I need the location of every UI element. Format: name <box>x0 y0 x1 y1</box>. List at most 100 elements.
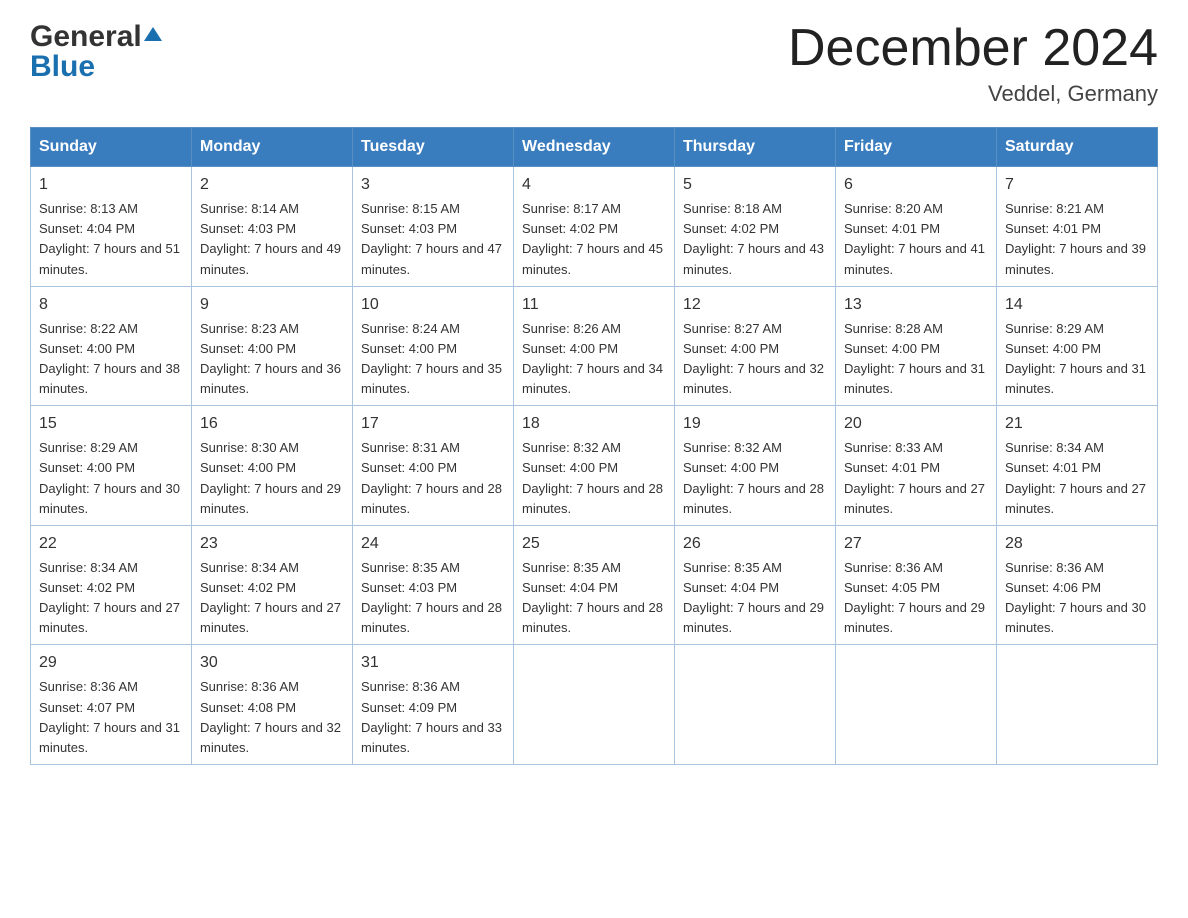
calendar-header-row: Sunday Monday Tuesday Wednesday Thursday… <box>31 128 1158 167</box>
table-row: 15Sunrise: 8:29 AMSunset: 4:00 PMDayligh… <box>31 406 192 526</box>
day-number: 26 <box>683 532 827 556</box>
day-number: 24 <box>361 532 505 556</box>
day-number: 31 <box>361 651 505 675</box>
day-info: Sunrise: 8:35 AMSunset: 4:04 PMDaylight:… <box>683 560 824 635</box>
col-tuesday: Tuesday <box>353 128 514 167</box>
day-number: 13 <box>844 293 988 317</box>
table-row: 19Sunrise: 8:32 AMSunset: 4:00 PMDayligh… <box>675 406 836 526</box>
table-row: 5 Sunrise: 8:18 AMSunset: 4:02 PMDaylight… <box>675 167 836 287</box>
table-row <box>675 645 836 765</box>
day-info: Sunrise: 8:35 AMSunset: 4:03 PMDaylight:… <box>361 560 502 635</box>
calendar-table: Sunday Monday Tuesday Wednesday Thursday… <box>30 127 1158 765</box>
day-info: Sunrise: 8:23 AMSunset: 4:00 PMDaylight:… <box>200 321 341 396</box>
day-info: Sunrise: 8:18 AMSunset: 4:02 PMDaylight:… <box>683 201 824 276</box>
day-info: Sunrise: 8:29 AMSunset: 4:00 PMDaylight:… <box>39 440 180 515</box>
logo-blue-text: Blue <box>30 50 95 84</box>
table-row: 10 Sunrise: 8:24 AMSunset: 4:00 PMDayligh… <box>353 286 514 406</box>
day-info: Sunrise: 8:13 AMSunset: 4:04 PMDaylight:… <box>39 201 180 276</box>
day-info: Sunrise: 8:36 AMSunset: 4:08 PMDaylight:… <box>200 679 341 754</box>
table-row: 25 Sunrise: 8:35 AMSunset: 4:04 PMDayligh… <box>514 525 675 645</box>
table-row: 13 Sunrise: 8:28 AMSunset: 4:00 PMDayligh… <box>836 286 997 406</box>
day-info: Sunrise: 8:36 AMSunset: 4:05 PMDaylight:… <box>844 560 985 635</box>
day-number: 16 <box>200 412 344 436</box>
table-row: 7 Sunrise: 8:21 AMSunset: 4:01 PMDaylight… <box>997 167 1158 287</box>
table-row: 18Sunrise: 8:32 AMSunset: 4:00 PMDayligh… <box>514 406 675 526</box>
col-wednesday: Wednesday <box>514 128 675 167</box>
table-row: 24 Sunrise: 8:35 AMSunset: 4:03 PMDayligh… <box>353 525 514 645</box>
day-number: 20 <box>844 412 988 436</box>
table-row: 28 Sunrise: 8:36 AMSunset: 4:06 PMDayligh… <box>997 525 1158 645</box>
calendar-week-row: 29 Sunrise: 8:36 AMSunset: 4:07 PMDayligh… <box>31 645 1158 765</box>
table-row: 9 Sunrise: 8:23 AMSunset: 4:00 PMDaylight… <box>192 286 353 406</box>
day-info: Sunrise: 8:34 AMSunset: 4:01 PMDaylight:… <box>1005 440 1146 515</box>
calendar-week-row: 22Sunrise: 8:34 AMSunset: 4:02 PMDayligh… <box>31 525 1158 645</box>
day-info: Sunrise: 8:32 AMSunset: 4:00 PMDaylight:… <box>522 440 663 515</box>
col-saturday: Saturday <box>997 128 1158 167</box>
day-info: Sunrise: 8:20 AMSunset: 4:01 PMDaylight:… <box>844 201 985 276</box>
day-info: Sunrise: 8:29 AMSunset: 4:00 PMDaylight:… <box>1005 321 1146 396</box>
day-info: Sunrise: 8:21 AMSunset: 4:01 PMDaylight:… <box>1005 201 1146 276</box>
table-row: 29 Sunrise: 8:36 AMSunset: 4:07 PMDayligh… <box>31 645 192 765</box>
day-number: 3 <box>361 173 505 197</box>
calendar-week-row: 1 Sunrise: 8:13 AMSunset: 4:04 PMDaylight… <box>31 167 1158 287</box>
day-info: Sunrise: 8:35 AMSunset: 4:04 PMDaylight:… <box>522 560 663 635</box>
day-number: 14 <box>1005 293 1149 317</box>
day-number: 30 <box>200 651 344 675</box>
day-number: 5 <box>683 173 827 197</box>
logo-triangle-icon <box>144 27 162 41</box>
calendar-week-row: 15Sunrise: 8:29 AMSunset: 4:00 PMDayligh… <box>31 406 1158 526</box>
day-number: 25 <box>522 532 666 556</box>
page-header: General Blue December 2024 Veddel, Germa… <box>30 20 1158 107</box>
table-row: 1 Sunrise: 8:13 AMSunset: 4:04 PMDaylight… <box>31 167 192 287</box>
table-row: 8Sunrise: 8:22 AMSunset: 4:00 PMDaylight… <box>31 286 192 406</box>
day-info: Sunrise: 8:36 AMSunset: 4:09 PMDaylight:… <box>361 679 502 754</box>
logo-general-text: General <box>30 20 142 54</box>
table-row: 11 Sunrise: 8:26 AMSunset: 4:00 PMDayligh… <box>514 286 675 406</box>
day-number: 1 <box>39 173 183 197</box>
table-row: 6 Sunrise: 8:20 AMSunset: 4:01 PMDaylight… <box>836 167 997 287</box>
day-number: 27 <box>844 532 988 556</box>
col-friday: Friday <box>836 128 997 167</box>
table-row: 27 Sunrise: 8:36 AMSunset: 4:05 PMDayligh… <box>836 525 997 645</box>
logo: General Blue <box>30 20 163 84</box>
day-number: 12 <box>683 293 827 317</box>
table-row: 16Sunrise: 8:30 AMSunset: 4:00 PMDayligh… <box>192 406 353 526</box>
day-info: Sunrise: 8:24 AMSunset: 4:00 PMDaylight:… <box>361 321 502 396</box>
col-thursday: Thursday <box>675 128 836 167</box>
table-row <box>514 645 675 765</box>
day-info: Sunrise: 8:31 AMSunset: 4:00 PMDaylight:… <box>361 440 502 515</box>
day-number: 28 <box>1005 532 1149 556</box>
day-info: Sunrise: 8:33 AMSunset: 4:01 PMDaylight:… <box>844 440 985 515</box>
table-row: 22Sunrise: 8:34 AMSunset: 4:02 PMDayligh… <box>31 525 192 645</box>
day-number: 4 <box>522 173 666 197</box>
day-number: 6 <box>844 173 988 197</box>
table-row <box>836 645 997 765</box>
col-sunday: Sunday <box>31 128 192 167</box>
table-row: 4 Sunrise: 8:17 AMSunset: 4:02 PMDaylight… <box>514 167 675 287</box>
day-info: Sunrise: 8:34 AMSunset: 4:02 PMDaylight:… <box>200 560 341 635</box>
day-number: 11 <box>522 293 666 317</box>
day-info: Sunrise: 8:26 AMSunset: 4:00 PMDaylight:… <box>522 321 663 396</box>
day-number: 2 <box>200 173 344 197</box>
day-number: 19 <box>683 412 827 436</box>
table-row <box>997 645 1158 765</box>
day-info: Sunrise: 8:17 AMSunset: 4:02 PMDaylight:… <box>522 201 663 276</box>
table-row: 20 Sunrise: 8:33 AMSunset: 4:01 PMDayligh… <box>836 406 997 526</box>
day-info: Sunrise: 8:22 AMSunset: 4:00 PMDaylight:… <box>39 321 180 396</box>
day-info: Sunrise: 8:15 AMSunset: 4:03 PMDaylight:… <box>361 201 502 276</box>
table-row: 3 Sunrise: 8:15 AMSunset: 4:03 PMDaylight… <box>353 167 514 287</box>
day-info: Sunrise: 8:34 AMSunset: 4:02 PMDaylight:… <box>39 560 180 635</box>
day-info: Sunrise: 8:36 AMSunset: 4:06 PMDaylight:… <box>1005 560 1146 635</box>
day-number: 21 <box>1005 412 1149 436</box>
day-number: 29 <box>39 651 183 675</box>
table-row: 17Sunrise: 8:31 AMSunset: 4:00 PMDayligh… <box>353 406 514 526</box>
table-row: 26 Sunrise: 8:35 AMSunset: 4:04 PMDayligh… <box>675 525 836 645</box>
day-number: 7 <box>1005 173 1149 197</box>
calendar-week-row: 8Sunrise: 8:22 AMSunset: 4:00 PMDaylight… <box>31 286 1158 406</box>
table-row: 30 Sunrise: 8:36 AMSunset: 4:08 PMDayligh… <box>192 645 353 765</box>
day-info: Sunrise: 8:28 AMSunset: 4:00 PMDaylight:… <box>844 321 985 396</box>
day-info: Sunrise: 8:36 AMSunset: 4:07 PMDaylight:… <box>39 679 180 754</box>
day-number: 9 <box>200 293 344 317</box>
title-block: December 2024 Veddel, Germany <box>788 20 1158 107</box>
day-number: 10 <box>361 293 505 317</box>
